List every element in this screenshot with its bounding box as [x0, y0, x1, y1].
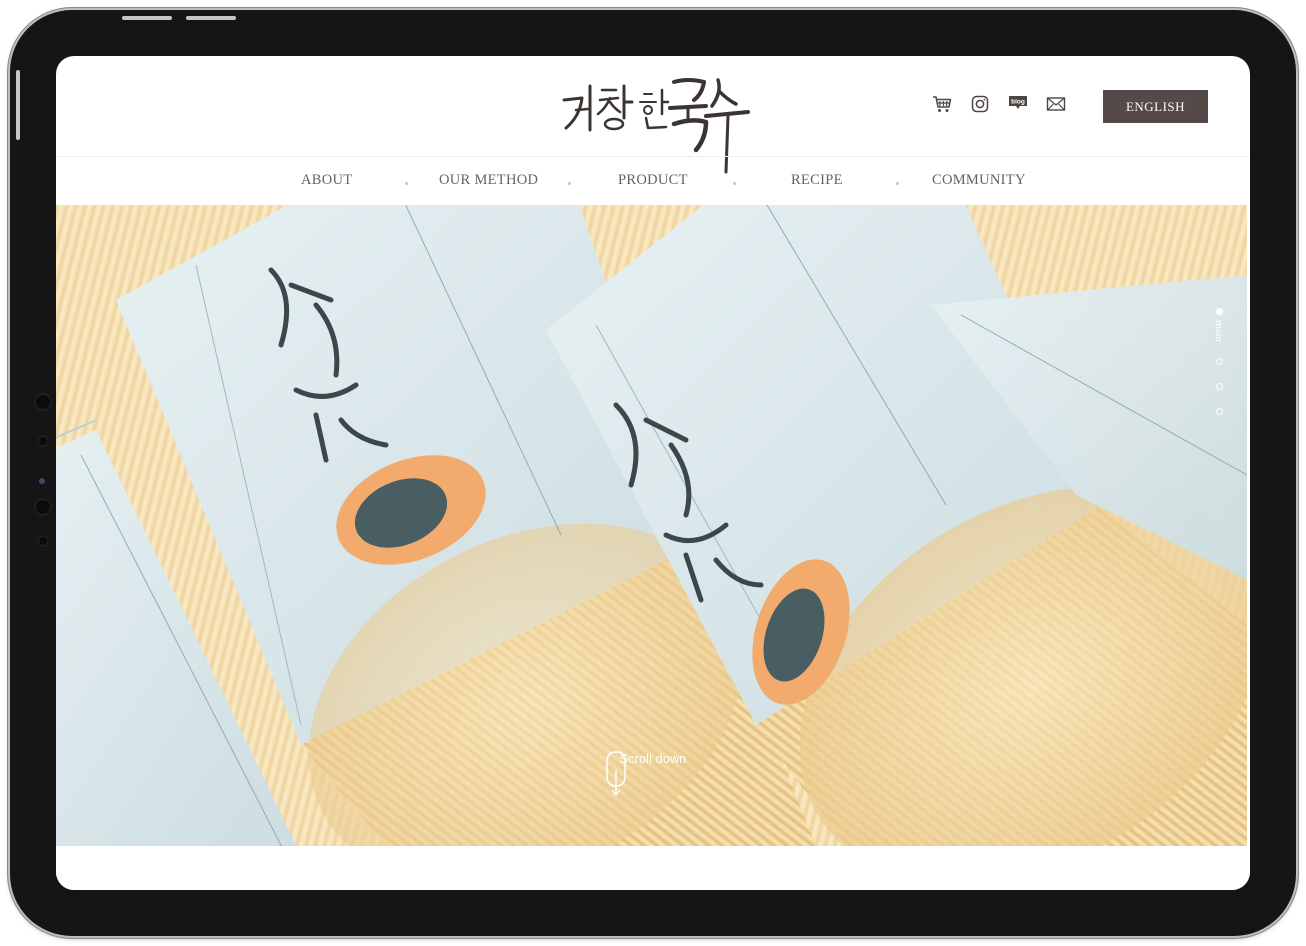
webpage-screen: blog ENGLISH ABOUT OUR METHOD PRODUCT RE…	[56, 56, 1250, 890]
volume-up-button	[122, 16, 172, 20]
page-below-fold	[56, 846, 1250, 890]
sensor-icon	[34, 498, 52, 516]
nav-item-product[interactable]: PRODUCT	[618, 172, 688, 189]
blog-badge-label: blog	[1011, 99, 1025, 106]
slide-label: main	[1213, 320, 1225, 342]
power-button	[16, 70, 20, 140]
main-navigation: ABOUT OUR METHOD PRODUCT RECIPE COMMUNIT…	[56, 157, 1250, 205]
nav-item-community[interactable]: COMMUNITY	[932, 172, 1026, 189]
slide-dot[interactable]	[1216, 358, 1223, 365]
nav-separator	[733, 182, 736, 185]
slide-pagination: main	[1213, 308, 1234, 428]
slide-dot[interactable]	[1216, 383, 1223, 390]
scroll-down-button[interactable]: Scroll down	[604, 750, 702, 797]
site-header: blog ENGLISH	[56, 56, 1250, 174]
slide-dot[interactable]	[1216, 408, 1223, 415]
mouse-scroll-icon	[606, 751, 626, 797]
nav-separator	[568, 182, 571, 185]
sensor-icon	[37, 435, 49, 447]
nav-separator	[405, 182, 408, 185]
volume-down-button	[186, 16, 236, 20]
hero-slideshow: main Scroll down	[56, 205, 1247, 846]
nav-item-about[interactable]: ABOUT	[301, 172, 352, 189]
mail-icon[interactable]	[1046, 94, 1066, 114]
cart-icon[interactable]	[932, 94, 952, 114]
header-icon-links: blog	[932, 94, 1066, 114]
camera-lens-icon	[39, 478, 45, 484]
slide-dot-active[interactable]	[1216, 308, 1223, 315]
instagram-icon[interactable]	[970, 94, 990, 114]
blog-icon[interactable]: blog	[1008, 94, 1028, 114]
language-toggle-button[interactable]: ENGLISH	[1103, 90, 1208, 123]
nav-separator	[896, 182, 899, 185]
sensor-icon	[37, 535, 49, 547]
nav-item-recipe[interactable]: RECIPE	[791, 172, 843, 189]
sensor-icon	[34, 393, 52, 411]
nav-item-our-method[interactable]: OUR METHOD	[439, 172, 538, 189]
